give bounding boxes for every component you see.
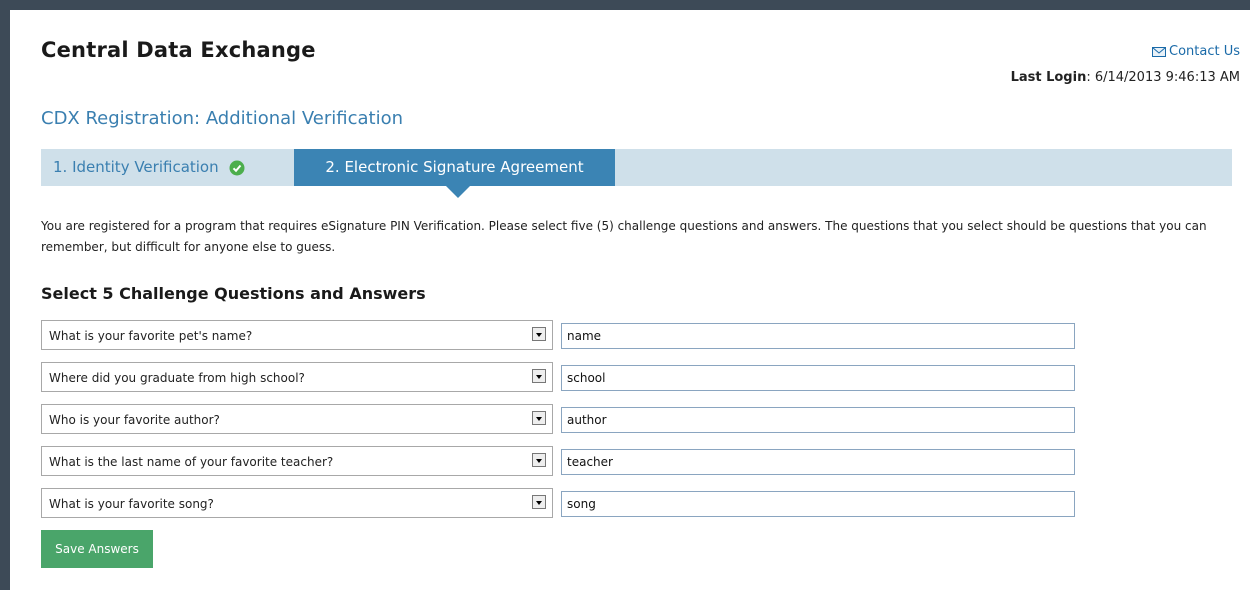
- mail-icon: [1152, 46, 1166, 57]
- check-circle-icon: [229, 160, 245, 175]
- question-select-5-value: What is your favorite song?: [49, 497, 214, 511]
- answer-input-2[interactable]: [561, 365, 1075, 391]
- question-select-2-value: Where did you graduate from high school?: [49, 371, 305, 385]
- intro-text: You are registered for a program that re…: [41, 219, 1207, 254]
- last-login: Last Login: 6/14/2013 9:46:13 AM: [1011, 70, 1240, 85]
- active-tab-pointer: [446, 186, 470, 198]
- step-tabs: 1. Identity Verification 2. Electronic S…: [41, 149, 1232, 198]
- last-login-label: Last Login: [1010, 70, 1087, 85]
- question-select-3[interactable]: Who is your favorite author?: [41, 404, 553, 434]
- chevron-down-icon[interactable]: [532, 411, 546, 425]
- chevron-down-icon[interactable]: [532, 495, 546, 509]
- tab-electronic-signature-agreement[interactable]: 2. Electronic Signature Agreement: [294, 149, 615, 186]
- question-select-4-value: What is the last name of your favorite t…: [49, 455, 334, 469]
- last-login-value: : 6/14/2013 9:46:13 AM: [1086, 70, 1240, 85]
- chevron-down-icon[interactable]: [532, 369, 546, 383]
- contact-us-link[interactable]: Contact Us: [1152, 44, 1240, 59]
- question-select-1[interactable]: What is your favorite pet's name?: [41, 320, 553, 350]
- tab-electronic-signature-agreement-label: 2. Electronic Signature Agreement: [325, 158, 584, 176]
- chevron-down-icon[interactable]: [532, 327, 546, 341]
- answer-input-3[interactable]: [561, 407, 1075, 433]
- question-select-3-value: Who is your favorite author?: [49, 413, 220, 427]
- question-select-1-value: What is your favorite pet's name?: [49, 329, 253, 343]
- section-title: CDX Registration: Additional Verificatio…: [41, 108, 404, 129]
- app-title: Central Data Exchange: [41, 38, 316, 62]
- question-select-5[interactable]: What is your favorite song?: [41, 488, 553, 518]
- window-frame-top: [0, 0, 1250, 10]
- contact-us-label: Contact Us: [1169, 44, 1240, 59]
- question-select-4[interactable]: What is the last name of your favorite t…: [41, 446, 553, 476]
- page: Central Data Exchange Contact Us Last Lo…: [10, 10, 1250, 590]
- chevron-down-icon[interactable]: [532, 453, 546, 467]
- answer-input-1[interactable]: [561, 323, 1075, 349]
- qa-heading: Select 5 Challenge Questions and Answers: [41, 284, 426, 303]
- window-frame-left: [0, 0, 10, 590]
- answer-input-5[interactable]: [561, 491, 1075, 517]
- tab-identity-verification-label: 1. Identity Verification: [53, 158, 219, 176]
- answer-input-4[interactable]: [561, 449, 1075, 475]
- question-select-2[interactable]: Where did you graduate from high school?: [41, 362, 553, 392]
- tab-identity-verification[interactable]: 1. Identity Verification: [53, 149, 245, 186]
- save-answers-button[interactable]: Save Answers: [41, 530, 153, 568]
